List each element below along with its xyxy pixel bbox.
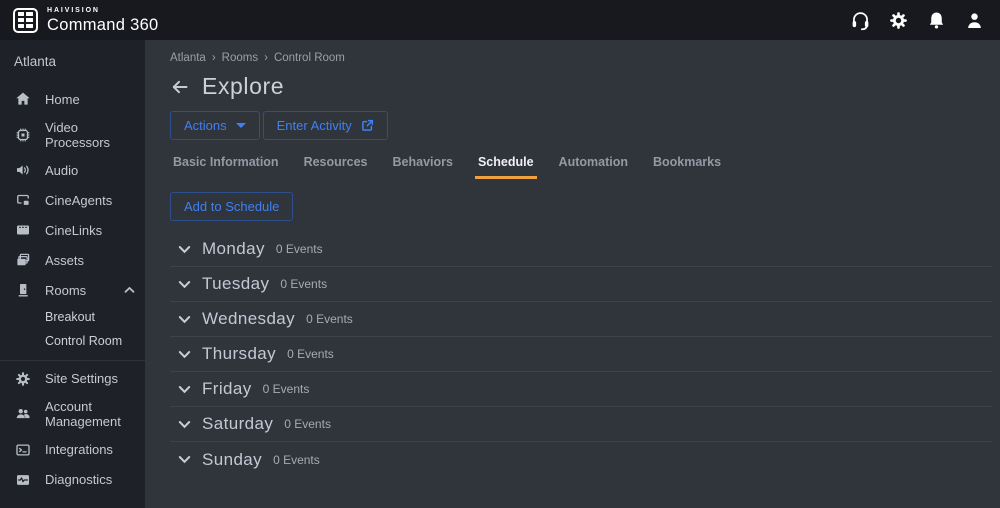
brand-haivision-label: HAIVISION bbox=[47, 7, 159, 14]
tab-automation[interactable]: Automation bbox=[556, 155, 631, 179]
day-row-tuesday[interactable]: Tuesday 0 Events bbox=[170, 267, 992, 302]
sidebar-item-site-settings[interactable]: Site Settings bbox=[0, 360, 145, 394]
sidebar-subitem-breakout[interactable]: Breakout bbox=[0, 305, 145, 329]
caret-down-icon bbox=[236, 123, 246, 128]
sidebar-item-cinelinks[interactable]: CineLinks bbox=[0, 215, 145, 245]
account-person-icon[interactable] bbox=[963, 9, 986, 32]
back-arrow-icon[interactable] bbox=[170, 76, 191, 97]
rooms-door-icon bbox=[13, 281, 32, 300]
sidebar-subitem-control-room[interactable]: Control Room bbox=[0, 329, 145, 353]
chevron-down-icon bbox=[178, 280, 191, 289]
actions-button[interactable]: Actions bbox=[170, 111, 260, 140]
assets-layers-icon bbox=[13, 251, 32, 270]
sidebar-item-cineagents[interactable]: CineAgents bbox=[0, 185, 145, 215]
tab-resources[interactable]: Resources bbox=[301, 155, 371, 179]
topbar-icons bbox=[849, 9, 988, 32]
chevron-down-icon bbox=[178, 350, 191, 359]
day-row-thursday[interactable]: Thursday 0 Events bbox=[170, 337, 992, 372]
topbar: HAIVISION Command 360 bbox=[0, 0, 1000, 40]
chevron-down-icon bbox=[178, 420, 191, 429]
sidebar-item-diagnostics[interactable]: Diagnostics bbox=[0, 465, 145, 495]
chevron-up-icon bbox=[124, 286, 135, 294]
add-to-schedule-button[interactable]: Add to Schedule bbox=[170, 192, 293, 221]
tab-basic-information[interactable]: Basic Information bbox=[170, 155, 282, 179]
schedule-day-list: Monday 0 Events Tuesday 0 Events Wednesd… bbox=[170, 232, 992, 477]
pulse-chart-icon bbox=[13, 470, 32, 489]
sidebar-nav: Home Video Processors bbox=[0, 84, 145, 495]
sidebar-item-rooms[interactable]: Rooms bbox=[0, 275, 145, 305]
cinelinks-display-icon bbox=[13, 221, 32, 240]
title-row: Explore bbox=[170, 73, 994, 100]
breadcrumb-separator: › bbox=[264, 52, 268, 64]
sidebar-item-home[interactable]: Home bbox=[0, 84, 145, 114]
sidebar-item-assets[interactable]: Assets bbox=[0, 245, 145, 275]
site-label: Atlanta bbox=[0, 47, 145, 84]
terminal-icon bbox=[13, 440, 32, 459]
chevron-down-icon bbox=[178, 315, 191, 324]
chevron-down-icon bbox=[178, 455, 191, 464]
breadcrumb-separator: › bbox=[212, 52, 216, 64]
day-row-sunday[interactable]: Sunday 0 Events bbox=[170, 442, 992, 477]
breadcrumb-rooms[interactable]: Rooms bbox=[222, 52, 258, 64]
sidebar: Atlanta Home Vid bbox=[0, 40, 145, 508]
page-title: Explore bbox=[202, 73, 284, 100]
tab-behaviors[interactable]: Behaviors bbox=[390, 155, 456, 179]
breadcrumb: Atlanta › Rooms › Control Room bbox=[170, 52, 994, 64]
tab-schedule[interactable]: Schedule bbox=[475, 155, 537, 179]
sidebar-item-audio[interactable]: Audio bbox=[0, 155, 145, 185]
sidebar-item-video-processors[interactable]: Video Processors bbox=[0, 114, 145, 155]
audio-speaker-icon bbox=[13, 161, 32, 180]
main-content: Atlanta › Rooms › Control Room Explore A… bbox=[145, 40, 1000, 508]
video-processor-icon bbox=[13, 125, 32, 144]
gear-icon bbox=[13, 369, 32, 388]
notifications-bell-icon[interactable] bbox=[925, 9, 948, 32]
day-row-monday[interactable]: Monday 0 Events bbox=[170, 232, 992, 267]
chevron-down-icon bbox=[178, 245, 191, 254]
sidebar-item-account-management[interactable]: Account Management bbox=[0, 394, 145, 435]
chevron-down-icon bbox=[178, 385, 191, 394]
sidebar-item-integrations[interactable]: Integrations bbox=[0, 435, 145, 465]
home-icon bbox=[13, 90, 32, 109]
brand: HAIVISION Command 360 bbox=[13, 7, 159, 33]
enter-activity-button[interactable]: Enter Activity bbox=[263, 111, 388, 140]
cineagents-screens-icon bbox=[13, 191, 32, 210]
day-row-friday[interactable]: Friday 0 Events bbox=[170, 372, 992, 407]
breadcrumb-control-room[interactable]: Control Room bbox=[274, 52, 345, 64]
day-row-saturday[interactable]: Saturday 0 Events bbox=[170, 407, 992, 442]
tab-bookmarks[interactable]: Bookmarks bbox=[650, 155, 724, 179]
external-link-icon bbox=[361, 119, 374, 132]
settings-gear-icon[interactable] bbox=[887, 9, 910, 32]
haivision-logo-icon bbox=[13, 8, 38, 33]
day-row-wednesday[interactable]: Wednesday 0 Events bbox=[170, 302, 992, 337]
app-window: HAIVISION Command 360 bbox=[0, 0, 1000, 508]
brand-command360-label: Command 360 bbox=[47, 17, 159, 34]
support-headset-icon[interactable] bbox=[849, 9, 872, 32]
people-icon bbox=[13, 405, 32, 424]
tab-bar: Basic Information Resources Behaviors Sc… bbox=[170, 155, 994, 179]
action-buttons: Actions Enter Activity bbox=[170, 111, 994, 140]
breadcrumb-atlanta[interactable]: Atlanta bbox=[170, 52, 206, 64]
